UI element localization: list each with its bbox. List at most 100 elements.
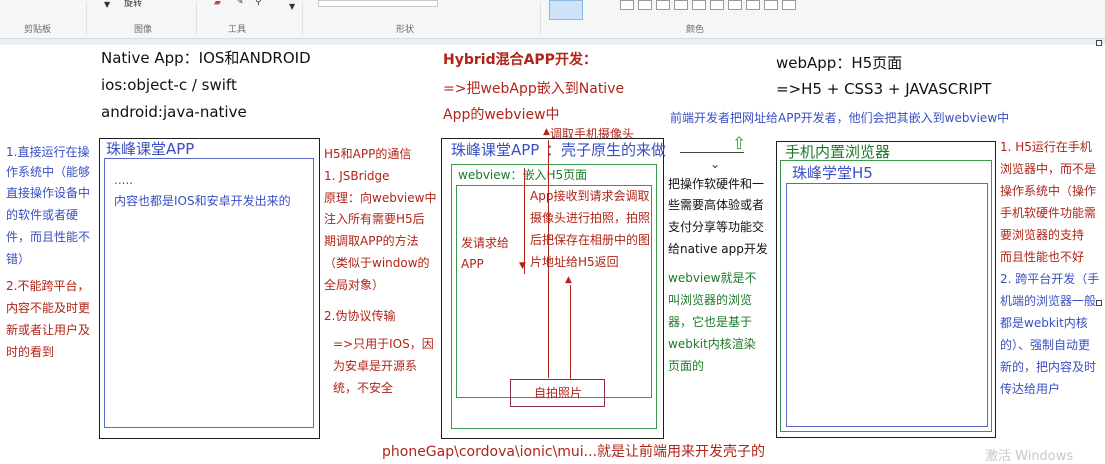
- native-pro-line: 错）: [6, 252, 31, 266]
- frontend-handoff-note: 前端开发者把网址给APP开发者，他们会把其嵌入到webview中: [670, 111, 1010, 125]
- shapes-gallery[interactable]: [318, 0, 438, 7]
- builtin-browser-title: 手机内置浏览器: [785, 143, 891, 161]
- webapp-pro-line: 的）、强制自动更: [1000, 338, 1091, 352]
- canvas-top-strip: [0, 39, 1105, 45]
- photo-return-arrow: [570, 285, 571, 379]
- selfie-photo-label: 自拍照片: [534, 386, 583, 400]
- jsbridge-note-line: （类似于window的: [324, 256, 430, 270]
- h5-app-title: 珠峰学堂H5: [792, 164, 873, 182]
- activation-watermark: 激活 Windows: [985, 449, 1074, 464]
- hybrid-subtitle-line: =>把webApp嵌入到Native: [443, 81, 625, 97]
- arrow-head-icon: ▲: [565, 275, 572, 285]
- ios-only-note-line: 统，不安全: [333, 381, 394, 395]
- hybrid-title: Hybrid混合APP开发：: [443, 52, 597, 68]
- jsbridge-note-line: 期调取APP的方法: [324, 234, 419, 248]
- paint-ribbon: 旋转 ▼ ▰ ✎ ⚲ ▼ 剪贴板 图像 工具 形状 颜色: [0, 0, 1105, 39]
- android-language: android:java-native: [101, 103, 247, 121]
- native-pro-line: 1.直接运行在操: [6, 145, 90, 159]
- webview-note-line: 页面的: [668, 359, 705, 373]
- clipboard-group-label: 剪贴板: [24, 25, 52, 35]
- webapp-pro-line: 2. 跨平台开发（手: [1000, 272, 1100, 286]
- color-swatch[interactable]: [710, 0, 724, 10]
- color-swatch[interactable]: [638, 0, 652, 10]
- webapp-con-line: 浏览器中，而不是: [1000, 162, 1097, 176]
- dropdown-icon[interactable]: ▼: [104, 0, 110, 9]
- color-swatch[interactable]: [674, 0, 688, 10]
- native-pro-line: 的软件或者硬: [6, 208, 79, 222]
- native-app-content: 内容也都是IOS和安卓开发出来的: [114, 194, 291, 208]
- request-app-line: APP: [461, 257, 484, 271]
- native-dev-note-line: 给native app开发: [668, 242, 768, 256]
- ribbon-divider: [302, 2, 303, 34]
- native-con-line: 新或者让用户及: [6, 323, 91, 337]
- native-pro-line: 作系统中（能够: [6, 165, 91, 179]
- webview-note-line: 器，它也是基于: [668, 315, 753, 329]
- color-swatch[interactable]: [656, 0, 670, 10]
- color-swatch[interactable]: [728, 0, 742, 10]
- color-picker-icon[interactable]: ✎: [236, 0, 244, 7]
- native-con-line: 时的看到: [6, 345, 55, 359]
- h5-page-frame-2: [786, 183, 988, 427]
- rotate-label[interactable]: 旋转: [124, 0, 142, 9]
- image-group-label: 图像: [134, 25, 153, 35]
- native-pro-line: 直接操作设备中: [6, 186, 91, 200]
- request-app-line: 发请求给: [461, 236, 510, 250]
- native-con-line: 2.不能跨平台，: [6, 279, 90, 293]
- dropdown-icon-2[interactable]: ▼: [289, 2, 295, 11]
- webapp-title: webApp：H5页面: [776, 54, 903, 72]
- color-swatch[interactable]: [764, 0, 778, 10]
- canvas-resize-handle[interactable]: [1096, 40, 1102, 46]
- down-chevron-icon: ⌄: [710, 157, 721, 171]
- pseudo-protocol-note: 2.伪协议传输: [324, 309, 396, 323]
- up-arrow-icon: ⇧: [732, 134, 747, 154]
- jsbridge-note-line: H5和APP的通信: [324, 147, 412, 161]
- tools-group-label: 工具: [228, 25, 247, 35]
- ios-language: ios:object-c / swift: [101, 76, 237, 94]
- jsbridge-note-line: 全局对象）: [324, 278, 385, 292]
- webapp-con-line: 要浏览器的支持: [1000, 228, 1085, 242]
- ribbon-divider: [196, 2, 197, 34]
- webapp-pro-line: 都是webkit内核: [1000, 316, 1088, 330]
- color-swatch[interactable]: [746, 0, 760, 10]
- webapp-pro-line: 传达给用户: [1000, 382, 1061, 396]
- native-app-dots: .....: [114, 173, 134, 187]
- webview-note-line: 叫浏览器的浏览: [668, 293, 753, 307]
- webview-note-line: webview就是不: [668, 271, 757, 285]
- webapp-tech-stack: =>H5 + CSS3 + JAVASCRIPT: [776, 80, 992, 98]
- footer-note: phoneGap\cordova\ionic\mui...就是让前端用来开发壳子…: [382, 444, 766, 460]
- color-swatch[interactable]: [782, 0, 796, 10]
- camera-arrow: [548, 140, 549, 378]
- native-dev-note-line: 些需要高体验或者: [668, 198, 765, 212]
- arrow-head-icon: ▲: [543, 127, 550, 137]
- webapp-con-line: 1. H5运行在手机: [1000, 140, 1092, 154]
- magnifier-icon[interactable]: ⚲: [255, 0, 262, 7]
- webapp-con-line: 操作系统中（操作: [1000, 184, 1097, 198]
- ribbon-divider: [540, 2, 541, 34]
- webapp-con-line: 手机软硬件功能需: [1000, 206, 1097, 220]
- color-swatch[interactable]: [692, 0, 706, 10]
- native-con-line: 内容不能及时更: [6, 301, 91, 315]
- color-swatch[interactable]: [620, 0, 634, 10]
- native-app-title: Native App：IOS和ANDROID: [101, 49, 311, 67]
- native-pro-line: 件，而且性能不: [6, 230, 91, 244]
- eraser-icon[interactable]: ▰: [214, 0, 221, 8]
- jsbridge-note-line: 原理：向webview中: [324, 191, 437, 205]
- ribbon-divider: [86, 2, 87, 34]
- native-dev-note-line: 支付分享等功能交: [668, 220, 765, 234]
- ios-only-note-line: =>只用于IOS，因: [333, 337, 434, 351]
- webapp-pro-line: 机端的浏览器一般: [1000, 294, 1097, 308]
- native-app-box-title: 珠峰课堂APP: [106, 140, 195, 158]
- request-arrow: [524, 168, 525, 274]
- webview-note-line: webkit内核渲染: [668, 337, 756, 351]
- canvas-resize-handle[interactable]: [1096, 300, 1102, 306]
- arrow-head-icon: ▼: [519, 261, 526, 271]
- hybrid-subtitle-line: App的webview中: [443, 107, 560, 123]
- shapes-group-label: 形状: [396, 25, 415, 35]
- webapp-con-line: 而且性能也不好: [1000, 250, 1085, 264]
- colors-group-label: 颜色: [686, 25, 705, 35]
- color1-button[interactable]: [549, 0, 583, 20]
- hybrid-box-title: 珠峰课堂APP: [451, 141, 540, 159]
- jsbridge-note-line: 注入所有需要H5后: [324, 212, 425, 226]
- webapp-pro-line: 新的，把内容及时: [1000, 360, 1097, 374]
- webview-label: webview：嵌入H5页面: [458, 168, 588, 182]
